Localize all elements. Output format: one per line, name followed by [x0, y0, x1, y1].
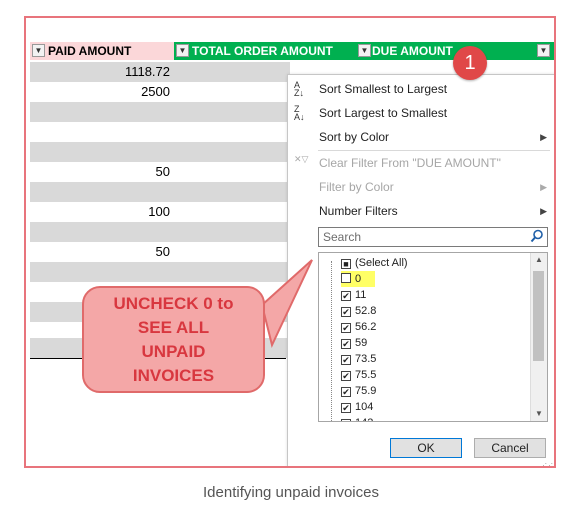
callout-line: INVOICES [132, 366, 215, 385]
callout-line: UNCHECK 0 to [113, 294, 234, 313]
callout-pointer [260, 259, 313, 348]
callout-line: UNPAID [141, 342, 206, 361]
callout-line: SEE ALL [137, 318, 210, 337]
figure-caption: Identifying unpaid invoices [203, 484, 379, 501]
callout-box: UNCHECK 0 to SEE ALL UNPAID INVOICES [82, 286, 265, 393]
